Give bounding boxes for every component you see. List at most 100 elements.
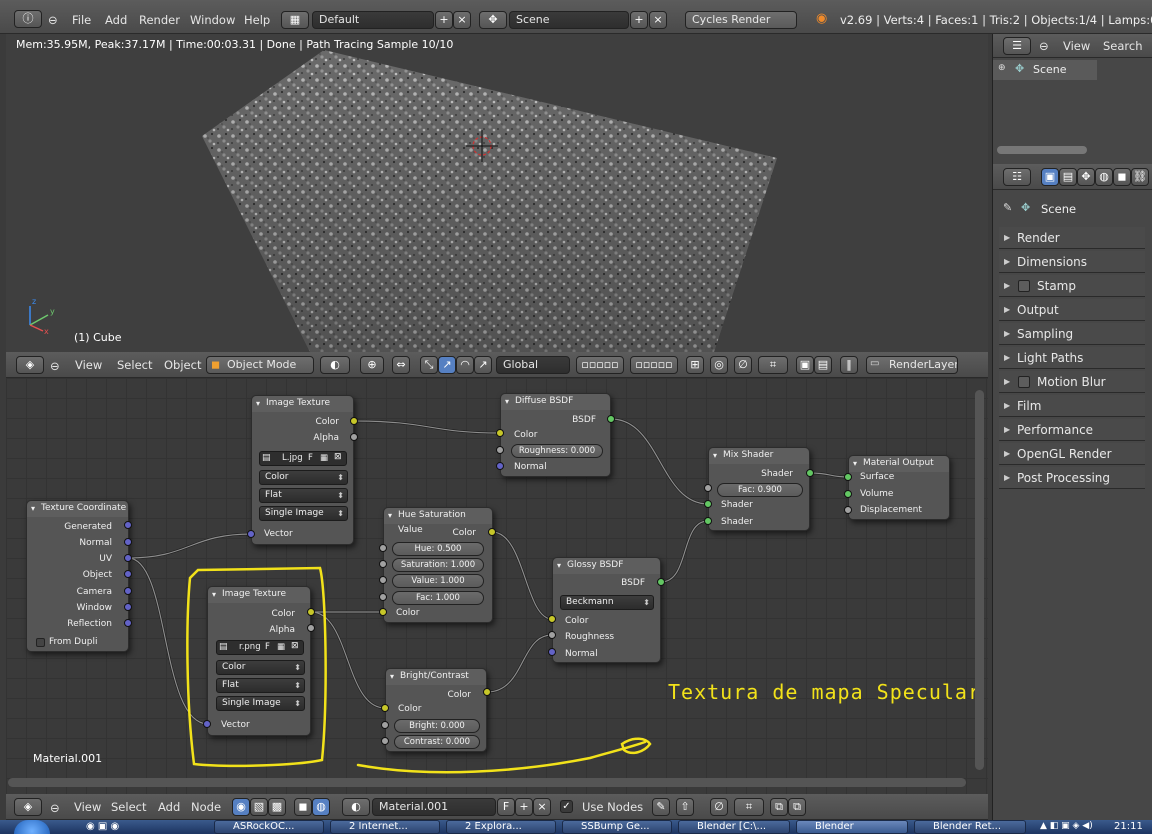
editor-type-icon[interactable]: ◈ (14, 798, 42, 816)
taskbar-item-ssbump[interactable]: SSBump Ge... (562, 820, 672, 834)
socket[interactable] (124, 570, 132, 578)
node-mix-shader[interactable]: Mix Shader Shader Fac: 0.900 Shader Shad… (708, 447, 810, 531)
from-dupli-checkbox[interactable] (36, 638, 45, 647)
paste-nodes-icon[interactable]: ⧉ (788, 798, 806, 816)
unlink-image-icon[interactable]: ⊠ (334, 452, 342, 462)
material-name-field[interactable]: Material.001 (372, 798, 496, 816)
distribution-select[interactable]: Beckmann (560, 595, 654, 610)
use-nodes-checkbox[interactable]: ✓ (560, 800, 573, 813)
panel-opengl-render[interactable]: OpenGL Render (999, 443, 1145, 465)
tray-icons[interactable]: ▲ ◧ ▣ ◈ ◀) (1040, 821, 1093, 831)
node-bright-contrast[interactable]: Bright/Contrast Color Color Bright: 0.00… (385, 668, 487, 752)
value-field[interactable]: Value: 1.000 (392, 574, 484, 588)
world-icon[interactable]: ◍ (312, 798, 330, 816)
render-tab-icon[interactable]: ▣ (1041, 168, 1059, 186)
panel-post-processing[interactable]: Post Processing (999, 467, 1145, 489)
node-vertical-scrollbar[interactable] (975, 390, 984, 770)
socket[interactable] (124, 603, 132, 611)
socket[interactable] (307, 624, 315, 632)
socket[interactable] (124, 521, 132, 529)
fake-user-toggle[interactable]: F (265, 642, 270, 652)
fac-field[interactable]: Fac: 1.000 (392, 591, 484, 605)
node-menu-add[interactable]: Add (158, 797, 180, 817)
taskbar-item-explorer[interactable]: 2 Explora... (446, 820, 556, 834)
socket[interactable] (806, 469, 814, 477)
material-browse-icon[interactable]: ◐ (342, 798, 370, 816)
taskbar-quick-launch-icons[interactable]: ◉ ▣ ◉ (86, 821, 119, 832)
color-space-select[interactable]: Color (216, 660, 305, 675)
taskbar-item-asrock[interactable]: ASRockOC... (214, 820, 324, 834)
parent-tree-icon[interactable]: ⇧ (676, 798, 694, 816)
socket[interactable] (844, 473, 852, 481)
render-layers-tab-icon[interactable]: ▤ (1059, 168, 1077, 186)
outliner-row-scene[interactable]: ⊕ ✥ Scene (993, 60, 1097, 80)
add-material-icon[interactable]: + (515, 798, 533, 816)
hue-field[interactable]: Hue: 0.500 (392, 542, 484, 556)
properties-editor-icon[interactable]: ☷ (1003, 168, 1031, 186)
collapse-icon[interactable]: ⊖ (50, 798, 60, 818)
fake-user-toggle[interactable]: F (308, 453, 313, 463)
socket[interactable] (124, 554, 132, 562)
socket[interactable] (350, 417, 358, 425)
source-select[interactable]: Single Image (216, 696, 305, 711)
panel-sampling[interactable]: Sampling (999, 323, 1145, 345)
panel-output[interactable]: Output (999, 299, 1145, 321)
material-fake-user-button[interactable]: F (497, 798, 515, 816)
socket[interactable] (203, 720, 211, 728)
node-menu-view[interactable]: View (74, 797, 101, 817)
taskbar-item-blender[interactable]: Blender (796, 820, 908, 834)
image-file-field[interactable]: ▤ r.png F ▦ ⊠ (216, 640, 304, 655)
object-tab-icon[interactable]: ◼ (1113, 168, 1131, 186)
roughness-field[interactable]: Roughness: 0.000 (511, 444, 603, 458)
socket[interactable] (483, 688, 491, 696)
socket[interactable] (350, 433, 358, 441)
collapse-icon[interactable]: ⊖ (1039, 36, 1049, 56)
scene-tab-icon[interactable]: ✥ (1077, 168, 1095, 186)
image-browse-icon[interactable]: ▤ (262, 453, 271, 463)
socket[interactable] (548, 648, 556, 656)
world-tab-icon[interactable]: ◍ (1095, 168, 1113, 186)
projection-select[interactable]: Flat (216, 678, 305, 693)
outliner[interactable]: ☰ ⊖ View Search ⊕ ✥ Scene (992, 34, 1152, 164)
socket[interactable] (379, 593, 387, 601)
outliner-editor-icon[interactable]: ☰ (1003, 37, 1031, 55)
start-button[interactable] (14, 820, 50, 834)
node-image-texture-2[interactable]: Image Texture Color Alpha ▤ r.png F ▦ ⊠ … (207, 586, 311, 736)
socket[interactable] (381, 704, 389, 712)
outliner-menu-view[interactable]: View (1063, 36, 1090, 56)
contrast-field[interactable]: Contrast: 0.000 (394, 735, 480, 749)
socket[interactable] (548, 631, 556, 639)
saturation-field[interactable]: Saturation: 1.000 (392, 558, 484, 572)
socket[interactable] (124, 538, 132, 546)
snap-toggle-icon[interactable]: ∅ (710, 798, 728, 816)
color-space-select[interactable]: Color (259, 470, 348, 485)
motion-blur-checkbox[interactable] (1018, 376, 1030, 388)
socket[interactable] (704, 484, 712, 492)
open-image-icon[interactable]: ▦ (320, 453, 328, 463)
taskbar-item-blender-ret[interactable]: Blender Ret... (914, 820, 1026, 834)
composite-nodes-icon[interactable]: ▧ (250, 798, 268, 816)
constraints-tab-icon[interactable]: ⛓ (1131, 168, 1149, 186)
source-select[interactable]: Single Image (259, 506, 348, 521)
taskbar-item-internet[interactable]: 2 Internet... (330, 820, 440, 834)
pin-icon[interactable]: ✎ (652, 798, 670, 816)
socket[interactable] (381, 737, 389, 745)
panel-performance[interactable]: Performance (999, 419, 1145, 441)
socket[interactable] (548, 615, 556, 623)
socket[interactable] (379, 576, 387, 584)
open-image-icon[interactable]: ▦ (277, 642, 285, 652)
socket[interactable] (379, 560, 387, 568)
projection-select[interactable]: Flat (259, 488, 348, 503)
node-image-texture-1[interactable]: Image Texture Color Alpha ▤ L.jpg F ▦ ⊠ … (251, 395, 354, 545)
object-icon[interactable]: ◼ (294, 798, 312, 816)
socket[interactable] (488, 528, 496, 536)
node-menu-node[interactable]: Node (191, 797, 221, 817)
stamp-checkbox[interactable] (1018, 280, 1030, 292)
fac-field[interactable]: Fac: 0.900 (717, 483, 803, 497)
panel-film[interactable]: Film (999, 395, 1145, 417)
socket[interactable] (307, 608, 315, 616)
unlink-material-icon[interactable]: × (533, 798, 551, 816)
socket[interactable] (379, 608, 387, 616)
node-horizontal-scrollbar[interactable] (8, 778, 966, 787)
image-browse-icon[interactable]: ▤ (219, 642, 228, 652)
